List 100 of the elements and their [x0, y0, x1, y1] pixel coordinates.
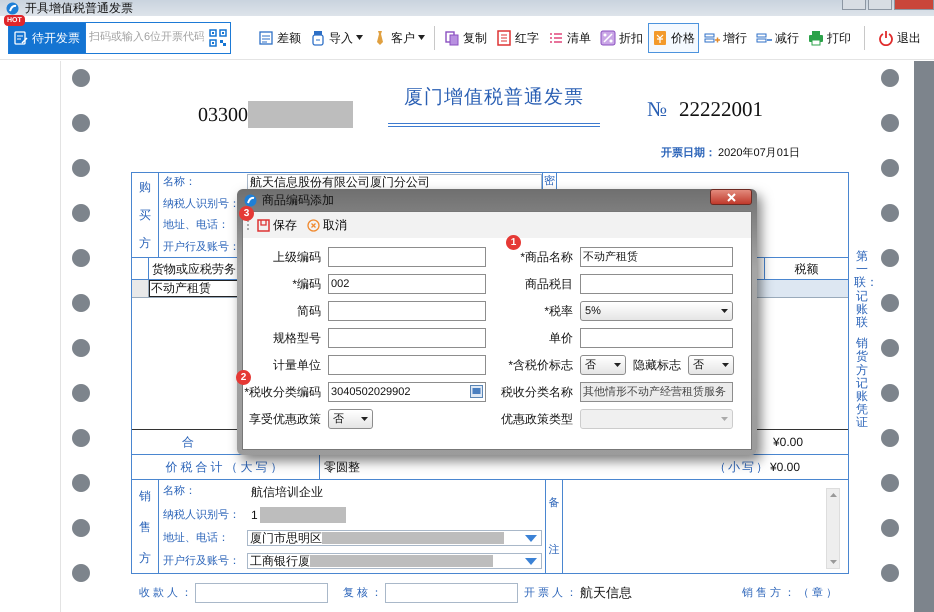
field-label: *编码 [292, 276, 321, 290]
input-field[interactable]: 不动产租赁 [580, 246, 733, 266]
punch-hole [880, 249, 899, 267]
number-sign: № [647, 97, 668, 121]
close-button[interactable] [710, 189, 752, 205]
field-label: 税收分类名称 [501, 384, 573, 398]
footer-field[interactable] [195, 583, 328, 603]
field-label: 名称： [163, 483, 197, 500]
punch-hole [880, 69, 899, 87]
scrollbar[interactable] [826, 488, 840, 569]
toolbar-button[interactable]: 价格 [648, 22, 699, 52]
scroll-down-icon [830, 560, 836, 564]
dialog-action-button[interactable]: 取消 [305, 216, 349, 234]
field-label: *含税价标志 [508, 358, 573, 372]
toolbar-button[interactable]: 减行 [752, 22, 803, 52]
field-label: 隐藏标志 [633, 358, 681, 372]
amount-in-words: 零圆整 [324, 459, 360, 476]
seller-side-label: 销售方 [132, 480, 159, 573]
toolbar-button[interactable]: 差额 [254, 22, 305, 52]
minimize-button[interactable] [842, 0, 866, 10]
field-label: 开户行及账号： [163, 238, 241, 254]
buyer-side-label: 购买方 [132, 173, 159, 257]
toolbar-button[interactable]: 增行 [700, 22, 751, 52]
punch-hole [72, 69, 90, 87]
input-field[interactable]: 002 [328, 274, 486, 294]
invoice-code: 03300 [198, 102, 248, 128]
input-field[interactable] [580, 328, 733, 348]
field-label: 开户行及账号： [163, 553, 241, 570]
input-field[interactable] [580, 274, 733, 294]
lowercase-label: （小写） [714, 459, 770, 476]
punch-hole [72, 114, 90, 132]
punch-hole [72, 474, 90, 492]
punch-hole [72, 519, 90, 537]
footer-label: 开票人： [524, 584, 580, 601]
input-field[interactable] [328, 328, 486, 348]
punch-hole [880, 339, 899, 357]
seller-combo-field[interactable]: 厦门市思明区 [247, 530, 542, 546]
toolbar-button[interactable]: 折扣 [596, 22, 647, 52]
field-label: 规格型号 [273, 330, 321, 344]
field-label: 商品税目 [525, 276, 573, 290]
import-icon [310, 30, 326, 46]
date-label: 开票日期： [661, 145, 716, 161]
punch-hole [880, 474, 899, 492]
input-field[interactable] [328, 300, 486, 320]
punch-hole [72, 339, 90, 357]
invoice-number: 22222001 [679, 97, 764, 121]
amount-in-figures: ¥0.00 [770, 459, 800, 476]
field-label: 计量单位 [273, 358, 321, 372]
punch-hole [880, 429, 899, 447]
toolbar-button[interactable]: 退出 [874, 22, 925, 52]
toolbar-button[interactable]: 复制 [440, 22, 491, 52]
picker-icon [470, 385, 483, 398]
seller-value: 1 [251, 506, 258, 523]
column-header: 税额 [794, 260, 820, 278]
punch-hole [72, 159, 90, 177]
pending-invoices-button[interactable]: 待开发票 [8, 22, 86, 54]
scroll-up-icon [830, 493, 836, 497]
field-label: 简码 [297, 304, 321, 318]
save-icon [257, 218, 270, 232]
input-field[interactable] [328, 354, 486, 374]
punch-hole [880, 114, 899, 132]
caret-icon [722, 362, 729, 366]
input-field: 其他情形不动产经营租赁服务 [580, 382, 733, 402]
footer-label: 复核： [343, 584, 385, 601]
seller-combo-field[interactable]: 工商银行厦 [247, 553, 542, 570]
punch-hole [72, 204, 90, 222]
dropdown-field[interactable]: 否 [328, 408, 373, 428]
invoice-date: 2020年07月01日 [718, 146, 800, 161]
remark-label: 注 [548, 542, 560, 558]
punch-hole [880, 294, 899, 312]
toolbar-button[interactable]: 红字 [492, 22, 543, 52]
field-label: *税率 [544, 304, 573, 318]
field-label: 纳税人识别号： [163, 506, 241, 523]
dropdown-icon [525, 558, 537, 566]
total-tax: ¥0.00 [772, 434, 803, 451]
caret-icon [721, 308, 728, 312]
dropdown-field[interactable]: 否 [580, 354, 626, 374]
dialog-action-button[interactable]: 保存 [255, 216, 299, 234]
cancel-icon [307, 218, 320, 232]
dialog-title: 商品编码添加 [262, 192, 334, 209]
qr-code-button[interactable] [209, 28, 227, 46]
input-field[interactable] [328, 246, 486, 266]
input-field[interactable]: 3040502029902 [328, 382, 486, 402]
punch-hole [72, 384, 90, 402]
invoice-title: 厦门增值税普通发票 [404, 86, 584, 108]
issuer-name: 航天信息 [580, 584, 632, 602]
toolbar-button[interactable]: 清单 [544, 22, 595, 52]
toolbar-button[interactable]: 客户 [368, 22, 429, 52]
toolbar-button[interactable]: 打印 [804, 22, 855, 52]
punch-hole [880, 159, 899, 177]
punch-hole [880, 519, 899, 537]
footer-field[interactable] [385, 583, 518, 603]
field-label: 地址、电话： [163, 530, 230, 546]
toolbar-button[interactable]: 导入 [306, 22, 367, 52]
dropdown-field[interactable]: 否 [688, 354, 734, 374]
punch-hole [72, 564, 90, 582]
punch-hole [72, 429, 90, 447]
footer-label: 收款人： [139, 584, 195, 601]
dropdown-field[interactable]: 5% [580, 300, 733, 320]
maximize-button[interactable] [868, 0, 892, 10]
